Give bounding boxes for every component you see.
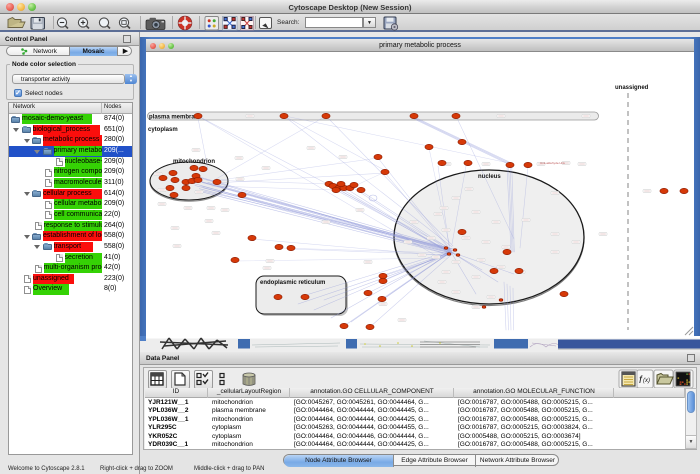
- svg-text:mitochondrion: mitochondrion: [173, 159, 215, 165]
- svg-text:nucleus: nucleus: [478, 174, 501, 180]
- svg-text:endoplasmic reticulum: endoplasmic reticulum: [260, 280, 325, 286]
- svg-text:(x): (x): [643, 378, 650, 384]
- svg-text:unassigned: unassigned: [615, 85, 649, 91]
- svg-text:Unk-aldehyde-Unk: Unk-aldehyde-Unk: [540, 161, 565, 165]
- svg-text:cytoplasm: cytoplasm: [148, 127, 178, 133]
